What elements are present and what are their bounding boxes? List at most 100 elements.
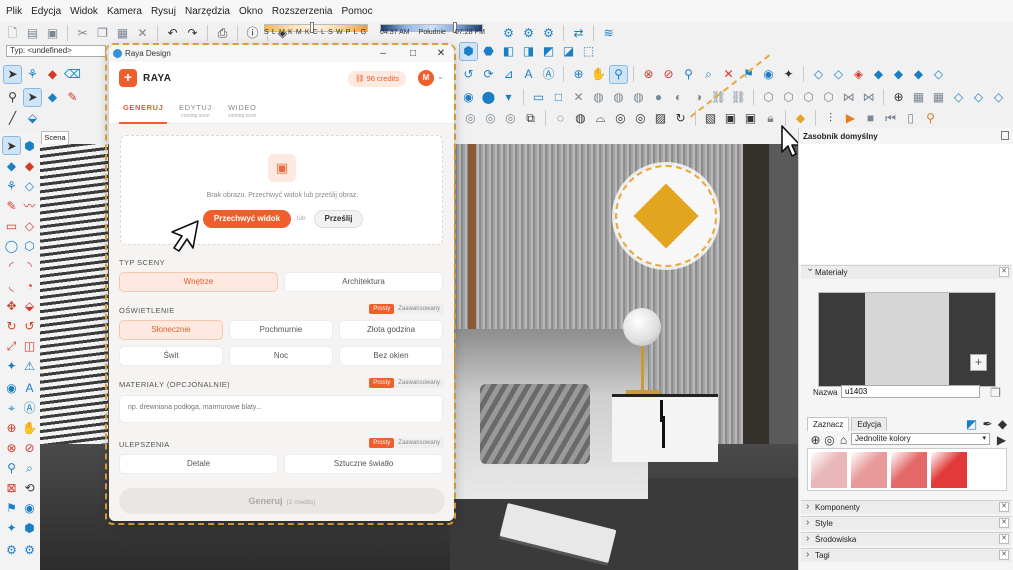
materials-panel-header[interactable]: Materiały ✕ — [801, 263, 1011, 279]
paint-bucket-tray-icon[interactable]: ◆ — [994, 415, 1011, 432]
tags-panel-header[interactable]: Tagi ✕ — [801, 548, 1011, 562]
tab-edit[interactable]: Edycja — [851, 417, 888, 431]
play-icon[interactable]: ▶ — [842, 110, 859, 127]
stack-icon[interactable]: ⫶ — [822, 110, 839, 127]
zoom-extents-tool-icon[interactable]: ⊠ — [3, 479, 20, 496]
polygon-icon[interactable]: ⬡ — [21, 237, 38, 254]
lighting-night[interactable]: Noc — [229, 346, 333, 366]
paint-small-icon[interactable]: ◆ — [44, 89, 61, 106]
swatch-1[interactable] — [811, 452, 847, 488]
swatch-3[interactable] — [891, 452, 927, 488]
link-2-icon[interactable]: ⛓ — [730, 89, 747, 106]
style-xray-icon[interactable]: ◇ — [810, 66, 827, 83]
lasso-icon[interactable]: ◍ — [572, 110, 589, 127]
materials-mode-advanced[interactable]: Zaawansowany — [394, 378, 444, 388]
line-tool-icon[interactable]: ╱ — [4, 110, 21, 127]
tab-select[interactable]: Zaznacz — [807, 417, 850, 431]
open-file-icon[interactable]: ▤ — [24, 25, 41, 42]
section-cut-icon[interactable]: ⊘ — [660, 66, 677, 83]
zoom-window-icon[interactable]: ⌕ — [700, 66, 717, 83]
rotate-icon[interactable]: ↻ — [672, 110, 689, 127]
teapot-icon[interactable]: ⌓ — [592, 110, 609, 127]
3d-warehouse-icon[interactable]: ⚙ — [520, 25, 537, 42]
drop-4-icon[interactable]: ● — [650, 89, 667, 106]
tag-icon[interactable]: ◇ — [21, 177, 38, 194]
front-view-icon[interactable]: ◧ — [500, 43, 517, 60]
drop-2-icon[interactable]: ◍ — [610, 89, 627, 106]
model-info-icon[interactable]: ⓘ — [244, 25, 261, 42]
display-secondary-icon[interactable]: ◩ — [963, 415, 980, 432]
circle-icon[interactable]: ◯ — [3, 237, 20, 254]
lighting-mode-simple[interactable]: Prosty — [369, 304, 395, 314]
right-view-icon[interactable]: ◨ — [520, 43, 537, 60]
cube-add-icon[interactable]: ⧉ — [522, 110, 539, 127]
close-icon[interactable]: ✕ — [431, 45, 451, 62]
drop-3-icon[interactable]: ◍ — [630, 89, 647, 106]
print-icon[interactable]: ⎙ — [214, 25, 231, 42]
menu-view[interactable]: Widok — [70, 6, 98, 17]
tray-pin-icon[interactable] — [1001, 131, 1009, 140]
styles-panel-header[interactable]: Style ✕ — [801, 516, 1011, 530]
circle-tool-icon[interactable]: ◌ — [552, 110, 569, 127]
frame-icon[interactable]: ▣ — [722, 110, 739, 127]
chevron-down-icon[interactable]: ⌄ — [437, 72, 444, 81]
material-library-select[interactable]: Jednolite kolory ▾ — [851, 433, 990, 445]
avatar[interactable]: M — [418, 70, 434, 86]
offset-icon[interactable]: ⟳ — [480, 66, 497, 83]
capture-view-button[interactable]: Przechwyć widok — [203, 210, 291, 228]
new-file-icon[interactable]: 🗋 — [4, 25, 21, 42]
terrain-2-icon[interactable]: ◇ — [970, 89, 987, 106]
upload-button[interactable]: Prześlij — [314, 210, 363, 228]
arc-icon[interactable]: ◜ — [3, 257, 20, 274]
select-small-icon[interactable]: ➤ — [23, 87, 42, 107]
half-circle-2-icon[interactable]: ◑ — [690, 89, 707, 106]
tape-measure-icon[interactable]: ⊿ — [500, 66, 517, 83]
type-field[interactable]: Typ: <undefined> — [6, 45, 106, 57]
lighting-no-windows[interactable]: Bez okien — [339, 346, 443, 366]
erase-icon[interactable]: ✕ — [134, 25, 151, 42]
section-plane-icon[interactable]: ⊗ — [640, 66, 657, 83]
drop-icon[interactable]: ◍ — [590, 89, 607, 106]
half-circle-icon[interactable]: ◐ — [670, 89, 687, 106]
dimension-icon[interactable]: ⚠ — [21, 357, 38, 374]
orbit-tool-icon[interactable]: ⊕ — [3, 419, 20, 436]
hexagon-3-icon[interactable]: ⬡ — [800, 89, 817, 106]
close-icon[interactable]: ✕ — [999, 502, 1009, 512]
select-tool-icon[interactable]: ➤ — [3, 64, 22, 84]
rectangle-icon[interactable]: ▭ — [3, 217, 20, 234]
arc-3-icon[interactable]: ◟ — [3, 277, 20, 294]
record-icon[interactable]: ▯ — [902, 110, 919, 127]
position-camera-tool-icon[interactable]: ⚑ — [3, 499, 20, 516]
style-textured-icon[interactable]: ◆ — [910, 66, 927, 83]
scene-type-interior[interactable]: Wnętrze — [119, 272, 278, 292]
material-name-input[interactable] — [841, 385, 980, 398]
create-material-icon[interactable]: + — [970, 354, 987, 371]
pie-icon[interactable]: ◔ — [21, 277, 38, 294]
walk-icon[interactable]: ⚲ — [609, 64, 628, 84]
menu-window[interactable]: Okno — [239, 6, 263, 17]
environments-panel-header[interactable]: Środowiska ✕ — [801, 532, 1011, 546]
look-around-icon[interactable]: ◉ — [760, 66, 777, 83]
lighting-mode-advanced[interactable]: Zaawansowany — [394, 304, 444, 314]
menu-extensions[interactable]: Rozszerzenia — [272, 6, 333, 17]
generate-button[interactable]: Generuj (2 credits) — [119, 488, 445, 514]
orbit-icon[interactable]: ⊕ — [570, 66, 587, 83]
sandbox-icon[interactable]: ≋ — [600, 25, 617, 42]
top-view-icon[interactable]: ⬣ — [480, 43, 497, 60]
zoom-tool-icon[interactable]: ⚲ — [3, 459, 20, 476]
minimize-icon[interactable]: – — [373, 45, 393, 62]
details-arrow-icon[interactable]: ▶ — [993, 431, 1010, 448]
menu-tools[interactable]: Narzędzia — [185, 6, 230, 17]
grid-2-icon[interactable]: ▦ — [930, 89, 947, 106]
menu-edit[interactable]: Edycja — [31, 6, 61, 17]
style-shaded-icon[interactable]: ◆ — [890, 66, 907, 83]
hexagon-4-icon[interactable]: ⬡ — [820, 89, 837, 106]
tab-edit[interactable]: EDYTUJ coming soon — [179, 103, 212, 119]
push-pull-tool-icon[interactable]: ⬙ — [21, 297, 38, 314]
lock-icon[interactable]: 🔒︎ — [762, 110, 779, 127]
save-icon[interactable]: ▣ — [44, 25, 61, 42]
style-wireframe-icon[interactable]: ◈ — [850, 66, 867, 83]
lighting-dawn[interactable]: Świt — [119, 346, 223, 366]
swatch-2[interactable] — [851, 452, 887, 488]
walk-person-icon[interactable]: ✦ — [780, 66, 797, 83]
